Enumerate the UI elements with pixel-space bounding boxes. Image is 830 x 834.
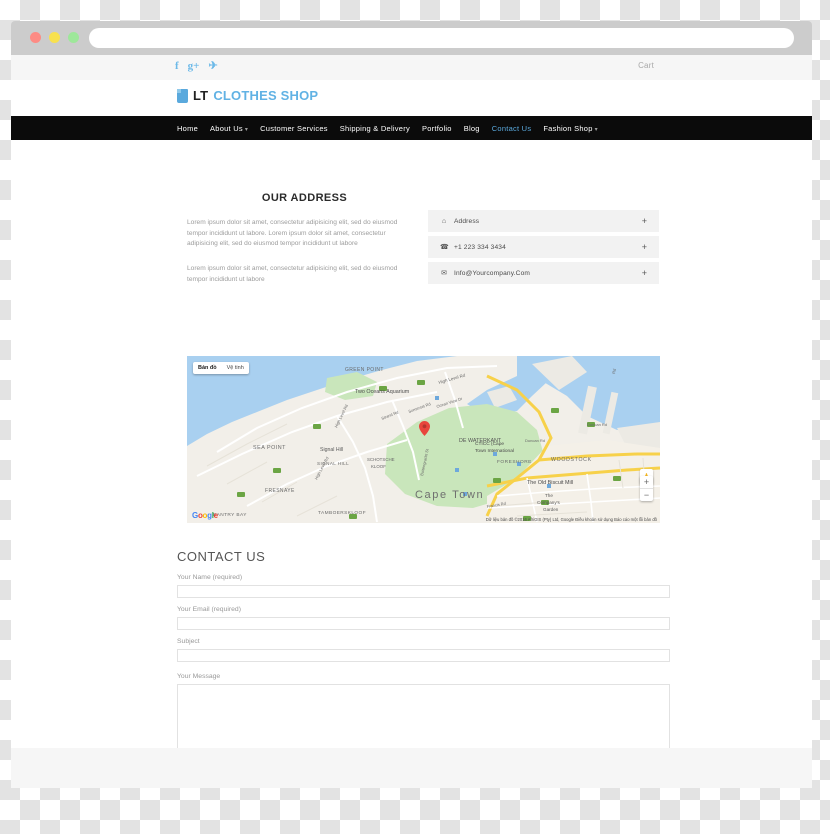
window-close-button[interactable]	[30, 32, 41, 43]
map-zoom-out-button[interactable]: −	[640, 489, 653, 501]
browser-window-chrome	[11, 21, 812, 55]
twitter-icon[interactable]: ✈	[208, 59, 217, 74]
phone-icon: ☎	[440, 244, 449, 251]
accordion-item-email[interactable]: ✉ Info@Yourcompany.Com +	[428, 262, 659, 284]
svg-text:Rd: Rd	[611, 368, 617, 374]
nav-label: Portfolio	[421, 123, 452, 133]
window-minimize-button[interactable]	[49, 32, 60, 43]
chevron-down-icon: ▾	[244, 126, 249, 133]
accordion-item-content: ✉ Info@Yourcompany.Com	[440, 262, 530, 284]
website-page: f g+ ✈ Cart LT CLOTHES SHOP Home About U…	[11, 55, 812, 788]
map-type-map[interactable]: Bản đồ	[193, 362, 222, 374]
home-icon: ⌂	[441, 217, 447, 225]
map-canvas: GREEN POINT Two Oceans Aquarium SEA POIN…	[187, 356, 660, 523]
svg-text:KLOOF: KLOOF	[371, 464, 386, 469]
window-maximize-button[interactable]	[68, 32, 79, 43]
nav-item-shipping-delivery[interactable]: Shipping & Delivery	[340, 124, 410, 133]
nav-label: Customer Services	[260, 123, 328, 133]
your-name-input[interactable]	[177, 585, 670, 598]
accordion-expand-icon[interactable]: +	[642, 262, 647, 284]
cart-link[interactable]: Cart	[638, 61, 654, 70]
svg-text:TAMBOERSKLOOF: TAMBOERSKLOOF	[318, 510, 366, 516]
nav-items: Home About Us ▾ Customer Services Shippin…	[177, 116, 598, 140]
svg-text:Garden: Garden	[543, 507, 559, 512]
address-paragraph-2: Lorem ipsum dolor sit amet, consectetur …	[187, 265, 398, 283]
site-header: LT CLOTHES SHOP	[11, 80, 812, 116]
svg-text:Signal Hill: Signal Hill	[320, 447, 343, 453]
svg-text:SCHOTSCHE: SCHOTSCHE	[367, 457, 395, 462]
accordion-label: Info@Yourcompany.Com	[454, 269, 531, 277]
map-zoom-in-button[interactable]: +	[640, 476, 653, 489]
accordion-label: Address	[454, 217, 480, 225]
location-pin[interactable]	[419, 421, 430, 436]
accordion-expand-icon[interactable]: +	[642, 236, 647, 258]
nav-label: Shipping & Delivery	[339, 123, 410, 133]
nav-item-home[interactable]: Home	[177, 124, 198, 133]
address-paragraph-1: Lorem ipsum dolor sit amet, consectetur …	[187, 219, 398, 247]
shirt-icon	[177, 88, 188, 103]
logo-secondary-text: CLOTHES SHOP	[213, 88, 319, 103]
svg-text:Duncan Rd: Duncan Rd	[525, 438, 545, 443]
label-your-message: Your Message	[177, 673, 221, 680]
logo-primary-text: LT	[193, 88, 209, 103]
nav-item-portfolio[interactable]: Portfolio	[422, 124, 452, 133]
nav-item-about-us[interactable]: About Us ▾	[210, 124, 248, 133]
label-your-email: Your Email (required)	[177, 606, 241, 613]
map-attribution: Dữ liệu bản đồ ©2016 AfriGIS (Pty) Ltd, …	[485, 517, 657, 522]
accordion-expand-icon[interactable]: +	[642, 210, 647, 232]
page-content: OUR ADDRESS Lorem ipsum dolor sit amet, …	[11, 140, 812, 788]
map-type-control[interactable]: Bản đồ Vệ tinh	[193, 362, 249, 374]
svg-text:Two Oceans Aquarium: Two Oceans Aquarium	[355, 389, 410, 395]
svg-text:Duncan Rd: Duncan Rd	[587, 422, 607, 427]
window-traffic-lights	[30, 32, 79, 43]
nav-item-contact-us[interactable]: Contact Us	[492, 124, 532, 133]
top-utility-bar: f g+ ✈ Cart	[11, 55, 812, 80]
svg-text:GREEN POINT: GREEN POINT	[345, 367, 384, 373]
nav-item-customer-services[interactable]: Customer Services	[260, 124, 328, 133]
nav-label: Blog	[463, 123, 480, 133]
svg-text:FORESHORE: FORESHORE	[497, 459, 532, 465]
nav-label: About Us	[210, 123, 243, 133]
nav-label: Home	[177, 123, 199, 133]
contact-us-heading: CONTACT US	[177, 549, 266, 564]
svg-text:The: The	[545, 493, 553, 498]
site-footer	[11, 748, 812, 788]
site-logo[interactable]: LT CLOTHES SHOP	[177, 88, 318, 103]
svg-text:FRESNAYE: FRESNAYE	[265, 488, 295, 494]
subject-input[interactable]	[177, 649, 670, 662]
svg-text:BANTRY BAY: BANTRY BAY	[213, 512, 247, 518]
social-links: f g+ ✈	[175, 59, 218, 74]
accordion-label: +1 223 334 3434	[454, 243, 506, 251]
svg-text:The Old Biscuit Mill: The Old Biscuit Mill	[527, 480, 573, 486]
nav-item-blog[interactable]: Blog	[464, 124, 480, 133]
nav-label: Fashion Shop	[543, 123, 593, 133]
google-map[interactable]: GREEN POINT Two Oceans Aquarium SEA POIN…	[187, 356, 660, 523]
facebook-icon[interactable]: f	[175, 59, 179, 74]
svg-text:WOODSTOCK: WOODSTOCK	[551, 457, 592, 463]
envelope-icon: ✉	[441, 270, 447, 277]
svg-text:Town International: Town International	[475, 448, 514, 454]
nav-label: Contact Us	[491, 123, 532, 133]
main-navigation: Home About Us ▾ Customer Services Shippin…	[11, 116, 812, 140]
accordion-item-content: ⌂ Address	[440, 210, 479, 232]
map-zoom-controls[interactable]: + −	[640, 476, 653, 501]
google-logo: Google	[192, 511, 218, 520]
nav-item-fashion-shop[interactable]: Fashion Shop ▾	[543, 124, 598, 133]
accordion-item-address[interactable]: ⌂ Address +	[428, 210, 659, 232]
browser-address-bar[interactable]	[89, 28, 794, 48]
your-email-input[interactable]	[177, 617, 670, 630]
google-plus-icon[interactable]: g+	[188, 59, 200, 74]
contact-accordion: ⌂ Address + ☎ +1 223 334 3434 + ✉ Info@Y…	[428, 210, 659, 288]
our-address-heading: OUR ADDRESS	[261, 192, 348, 204]
label-subject: Subject	[177, 638, 200, 645]
svg-text:SEA POINT: SEA POINT	[253, 445, 286, 451]
map-type-satellite[interactable]: Vệ tinh	[222, 362, 249, 374]
svg-text:CTICC (Cape: CTICC (Cape	[475, 441, 504, 447]
label-your-name: Your Name (required)	[177, 574, 243, 581]
accordion-item-phone[interactable]: ☎ +1 223 334 3434 +	[428, 236, 659, 258]
svg-text:Cape Town: Cape Town	[415, 489, 484, 501]
svg-text:Company's: Company's	[537, 500, 561, 505]
accordion-item-content: ☎ +1 223 334 3434	[440, 236, 506, 258]
chevron-down-icon: ▾	[594, 126, 598, 133]
